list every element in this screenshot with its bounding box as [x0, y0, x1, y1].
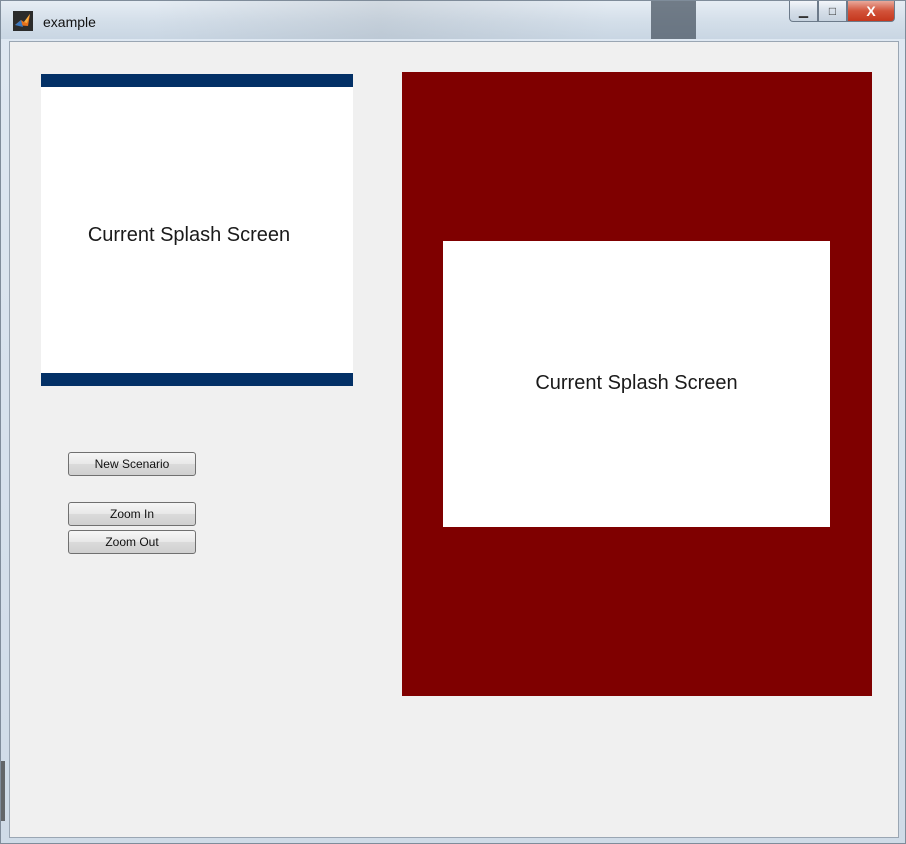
app-window: example ▁ □ X Current Splash Screen New … — [0, 0, 906, 844]
minimize-button[interactable]: ▁ — [789, 1, 818, 22]
title-bar[interactable]: example ▁ □ X — [1, 1, 905, 39]
minimize-icon: ▁ — [798, 4, 809, 18]
window-title: example — [43, 14, 96, 30]
window-controls: ▁ □ X — [789, 1, 895, 23]
window-edge-shadow — [1, 761, 5, 821]
preview-bottom-bar — [41, 373, 353, 386]
new-scenario-button[interactable]: New Scenario — [68, 452, 196, 476]
titlebar-background — [151, 1, 611, 39]
preview-top-bar — [41, 74, 353, 87]
splash-preview-large: Current Splash Screen — [402, 72, 872, 696]
zoom-in-button[interactable]: Zoom In — [68, 502, 196, 526]
maximize-icon: □ — [828, 4, 837, 18]
figure-client-area: Current Splash Screen New Scenario Zoom … — [9, 41, 899, 838]
splash-preview-small-label: Current Splash Screen — [87, 224, 291, 246]
close-button[interactable]: X — [847, 1, 895, 22]
titlebar-background-shape — [651, 1, 696, 39]
close-icon: X — [866, 3, 876, 19]
maximize-button[interactable]: □ — [818, 1, 847, 22]
splash-preview-small: Current Splash Screen — [41, 74, 353, 386]
splash-preview-large-label: Current Splash Screen — [535, 372, 738, 394]
matlab-logo-icon — [13, 11, 33, 31]
splash-screen-panel: Current Splash Screen — [443, 241, 830, 527]
zoom-out-button[interactable]: Zoom Out — [68, 530, 196, 554]
